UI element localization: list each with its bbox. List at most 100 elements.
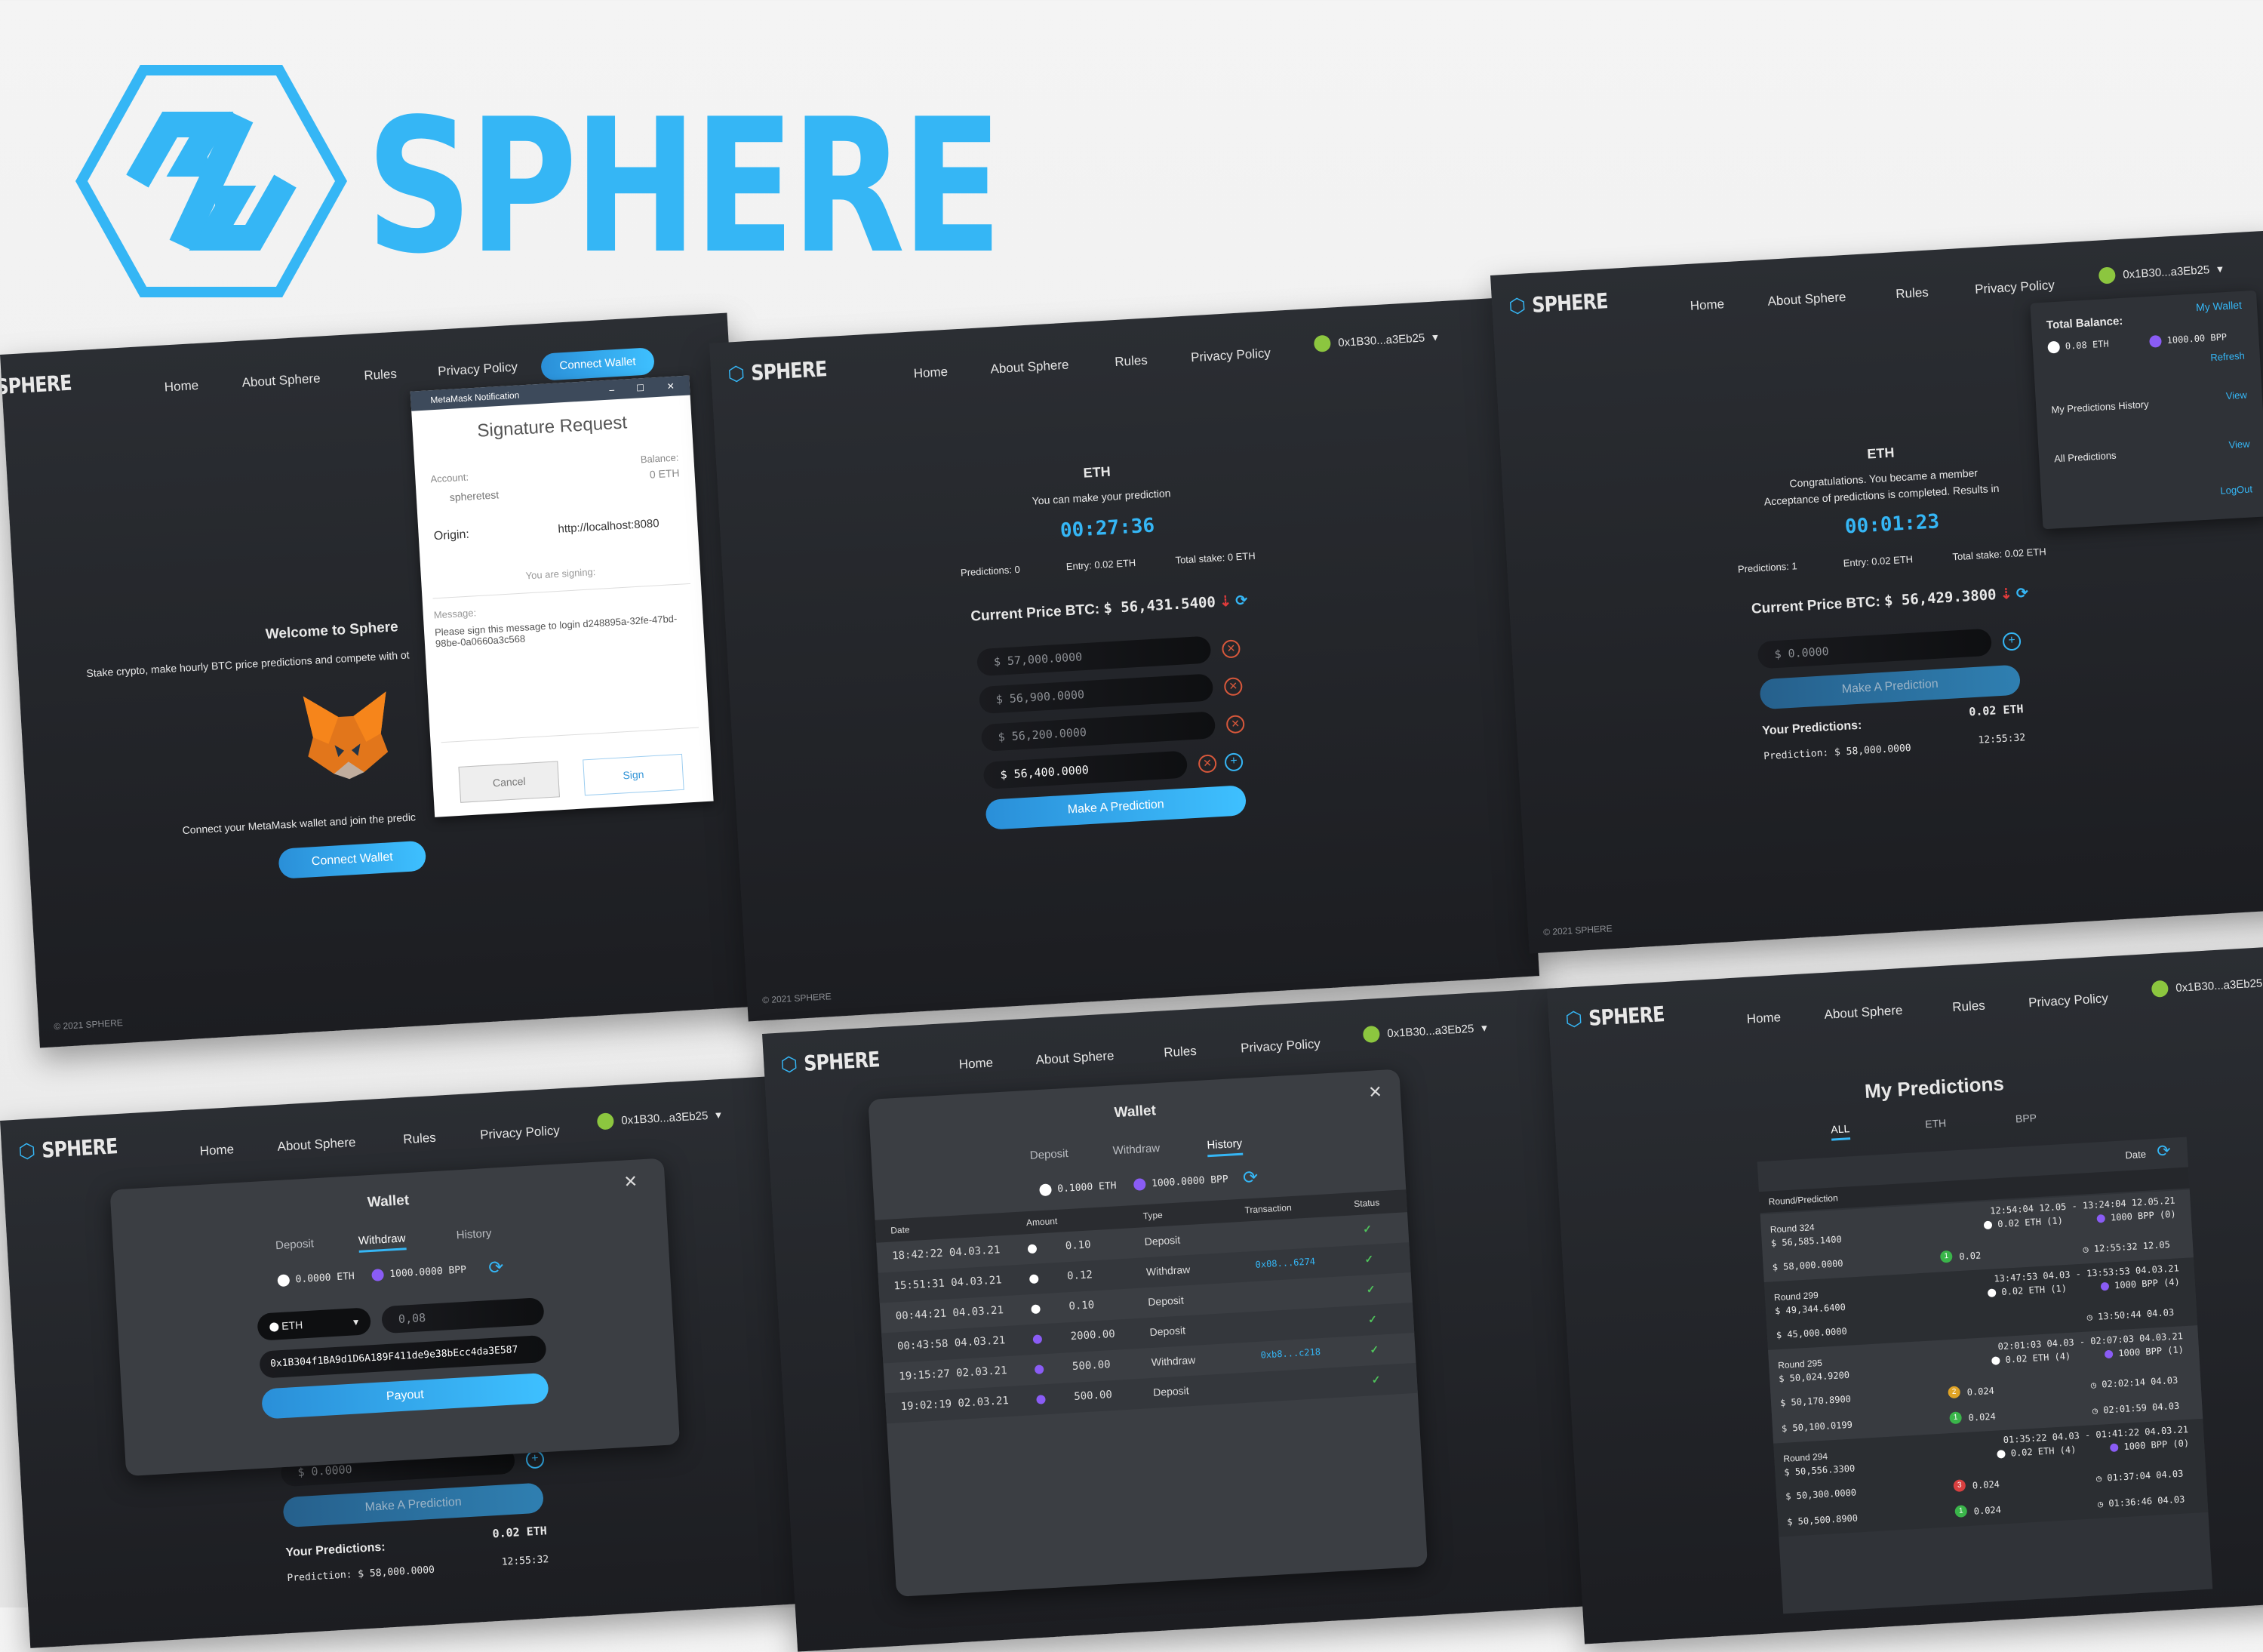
nav-rules[interactable]: Rules: [403, 1131, 437, 1147]
current-price: Current Price BTC: $ 56,429.3800 ⇣ ⟳: [1751, 585, 2029, 617]
nav-home[interactable]: Home: [1690, 297, 1724, 314]
nav-rules[interactable]: Rules: [1115, 353, 1148, 370]
row-transaction-link[interactable]: 0xb8...c218: [1260, 1346, 1321, 1361]
account-label: Account:: [430, 471, 469, 485]
nav-privacy[interactable]: Privacy Policy: [438, 360, 518, 380]
tab-eth[interactable]: ETH: [1925, 1117, 1947, 1131]
withdraw-amount-input[interactable]: 0,08: [381, 1297, 545, 1334]
nav-about[interactable]: About Sphere: [277, 1135, 356, 1155]
refresh-icon[interactable]: ⟳: [2015, 586, 2028, 602]
status-check-icon: ✓: [1362, 1222, 1373, 1235]
refresh-icon[interactable]: ⟳: [487, 1257, 505, 1279]
row-amount: 2000.00: [1070, 1327, 1116, 1343]
prediction-input-2[interactable]: $ 56,900.0000: [978, 673, 1214, 715]
nav-privacy[interactable]: Privacy Policy: [1241, 1036, 1321, 1056]
withdraw-address-input[interactable]: 0x1B304f1BA9d1D6A189F411de9e38bEcc4da3E5…: [259, 1334, 547, 1379]
nav-rules[interactable]: Rules: [1164, 1044, 1198, 1060]
nav-privacy[interactable]: Privacy Policy: [1975, 278, 2055, 297]
tab-withdraw[interactable]: Withdraw: [1112, 1142, 1160, 1158]
my-wallet-link[interactable]: My Wallet: [2196, 299, 2243, 313]
tab-history[interactable]: History: [456, 1227, 492, 1242]
connect-wallet-button[interactable]: Connect Wallet: [278, 840, 427, 879]
payout-button[interactable]: Payout: [261, 1372, 549, 1420]
nav-home[interactable]: Home: [199, 1142, 234, 1159]
window-close-icon[interactable]: ✕: [666, 377, 675, 397]
make-prediction-button[interactable]: Make A Prediction: [1759, 664, 2022, 710]
nav-privacy[interactable]: Privacy Policy: [480, 1123, 561, 1143]
round-price: $ 50,024.9200: [1778, 1369, 1850, 1385]
nav-about[interactable]: About Sphere: [1767, 290, 1846, 309]
remove-prediction-icon[interactable]: ✕: [1221, 639, 1241, 659]
row-transaction-link[interactable]: 0x08...6274: [1255, 1256, 1315, 1270]
remove-prediction-icon[interactable]: ✕: [1198, 754, 1217, 774]
row-date: 15:51:31 04.03.21: [893, 1274, 1003, 1293]
nav-privacy[interactable]: Privacy Policy: [1191, 346, 1271, 365]
bpp-icon: [371, 1269, 385, 1281]
cancel-button[interactable]: Cancel: [458, 761, 560, 803]
refresh-link[interactable]: Refresh: [2210, 350, 2245, 364]
tab-deposit[interactable]: Deposit: [275, 1237, 315, 1252]
tab-all[interactable]: ALL: [1830, 1122, 1851, 1141]
sort-label[interactable]: Date: [2125, 1149, 2146, 1161]
panel-withdraw: ⬡ SPHERE Home About Sphere Rules Privacy …: [0, 1075, 807, 1648]
nav-rules[interactable]: Rules: [1896, 285, 1929, 302]
round-price: $ 50,556.3300: [1784, 1463, 1856, 1478]
prediction-input-4[interactable]: $ 56,400.0000: [982, 750, 1188, 789]
tab-history[interactable]: History: [1206, 1137, 1243, 1158]
bpp-icon: [2149, 334, 2162, 348]
row-type: Deposit: [1144, 1233, 1181, 1248]
rank-badge: 3: [1953, 1479, 1966, 1493]
nav-home[interactable]: Home: [913, 365, 948, 382]
prediction-value: $ 50,170.8900: [1779, 1393, 1852, 1409]
sign-button[interactable]: Sign: [583, 753, 684, 796]
nav-rules[interactable]: Rules: [364, 367, 398, 383]
add-prediction-icon[interactable]: +: [1224, 752, 1244, 772]
prediction-input[interactable]: $ 0.0000: [1757, 628, 1993, 669]
row-amount: 0.12: [1066, 1269, 1093, 1283]
nav-home[interactable]: Home: [1746, 1010, 1781, 1027]
logout-link[interactable]: LogOut: [2220, 483, 2252, 496]
origin-label: Origin:: [433, 528, 470, 543]
nav-about[interactable]: About Sphere: [241, 371, 321, 391]
nav-about[interactable]: About Sphere: [990, 358, 1069, 377]
remove-prediction-icon[interactable]: ✕: [1223, 677, 1244, 697]
row-type: Deposit: [1147, 1294, 1185, 1309]
row-type: Deposit: [1149, 1324, 1186, 1339]
refresh-icon[interactable]: ⟳: [1235, 593, 1248, 610]
nav-about[interactable]: About Sphere: [1035, 1048, 1115, 1068]
window-minimize-icon[interactable]: –: [609, 380, 615, 399]
currency-select[interactable]: ETH ▾: [257, 1307, 372, 1341]
all-predictions-view-link[interactable]: View: [2228, 438, 2250, 451]
make-prediction-button[interactable]: Make A Prediction: [282, 1482, 545, 1528]
tab-bpp[interactable]: BPP: [2015, 1112, 2037, 1125]
history-view-link[interactable]: View: [2225, 389, 2247, 402]
reward-amount: 0.02: [1958, 1250, 1982, 1263]
prediction-input-3[interactable]: $ 56,200.0000: [980, 711, 1216, 752]
refresh-icon[interactable]: ⟳: [1242, 1167, 1259, 1189]
round-bpp-stake: 1000 BPP (0): [2096, 1209, 2176, 1224]
origin-value: http://localhost:8080: [558, 517, 660, 536]
status-check-icon: ✓: [1369, 1343, 1379, 1356]
nav-home[interactable]: Home: [958, 1055, 993, 1072]
nav-privacy[interactable]: Privacy Policy: [2028, 991, 2109, 1011]
window-maximize-icon[interactable]: ☐: [635, 378, 645, 398]
stat-predictions: Predictions: 1: [1737, 560, 1798, 575]
nav-rules[interactable]: Rules: [1952, 998, 1986, 1015]
stat-stake: Total stake: 0 ETH: [1175, 549, 1256, 566]
make-prediction-button[interactable]: Make A Prediction: [985, 785, 1247, 830]
add-prediction-icon[interactable]: +: [2002, 632, 2022, 651]
nav-home[interactable]: Home: [164, 378, 198, 395]
round-bpp-stake: 1000 BPP (1): [2104, 1344, 2184, 1359]
clock-icon: ◷: [2083, 1244, 2089, 1255]
prediction-input-1[interactable]: $ 57,000.0000: [976, 635, 1212, 677]
coin-title: ETH: [1866, 445, 1895, 462]
close-icon[interactable]: ✕: [1368, 1082, 1383, 1103]
prediction-time: ◷ 13:50:44 04.03: [2086, 1306, 2175, 1323]
refresh-icon[interactable]: ⟳: [2157, 1141, 2172, 1161]
nav-about[interactable]: About Sphere: [1824, 1003, 1903, 1023]
tab-withdraw[interactable]: Withdraw: [358, 1232, 407, 1253]
close-icon[interactable]: ✕: [623, 1172, 638, 1192]
remove-prediction-icon[interactable]: ✕: [1225, 715, 1245, 734]
row-amount: 0.10: [1065, 1238, 1091, 1253]
tab-deposit[interactable]: Deposit: [1029, 1147, 1068, 1162]
